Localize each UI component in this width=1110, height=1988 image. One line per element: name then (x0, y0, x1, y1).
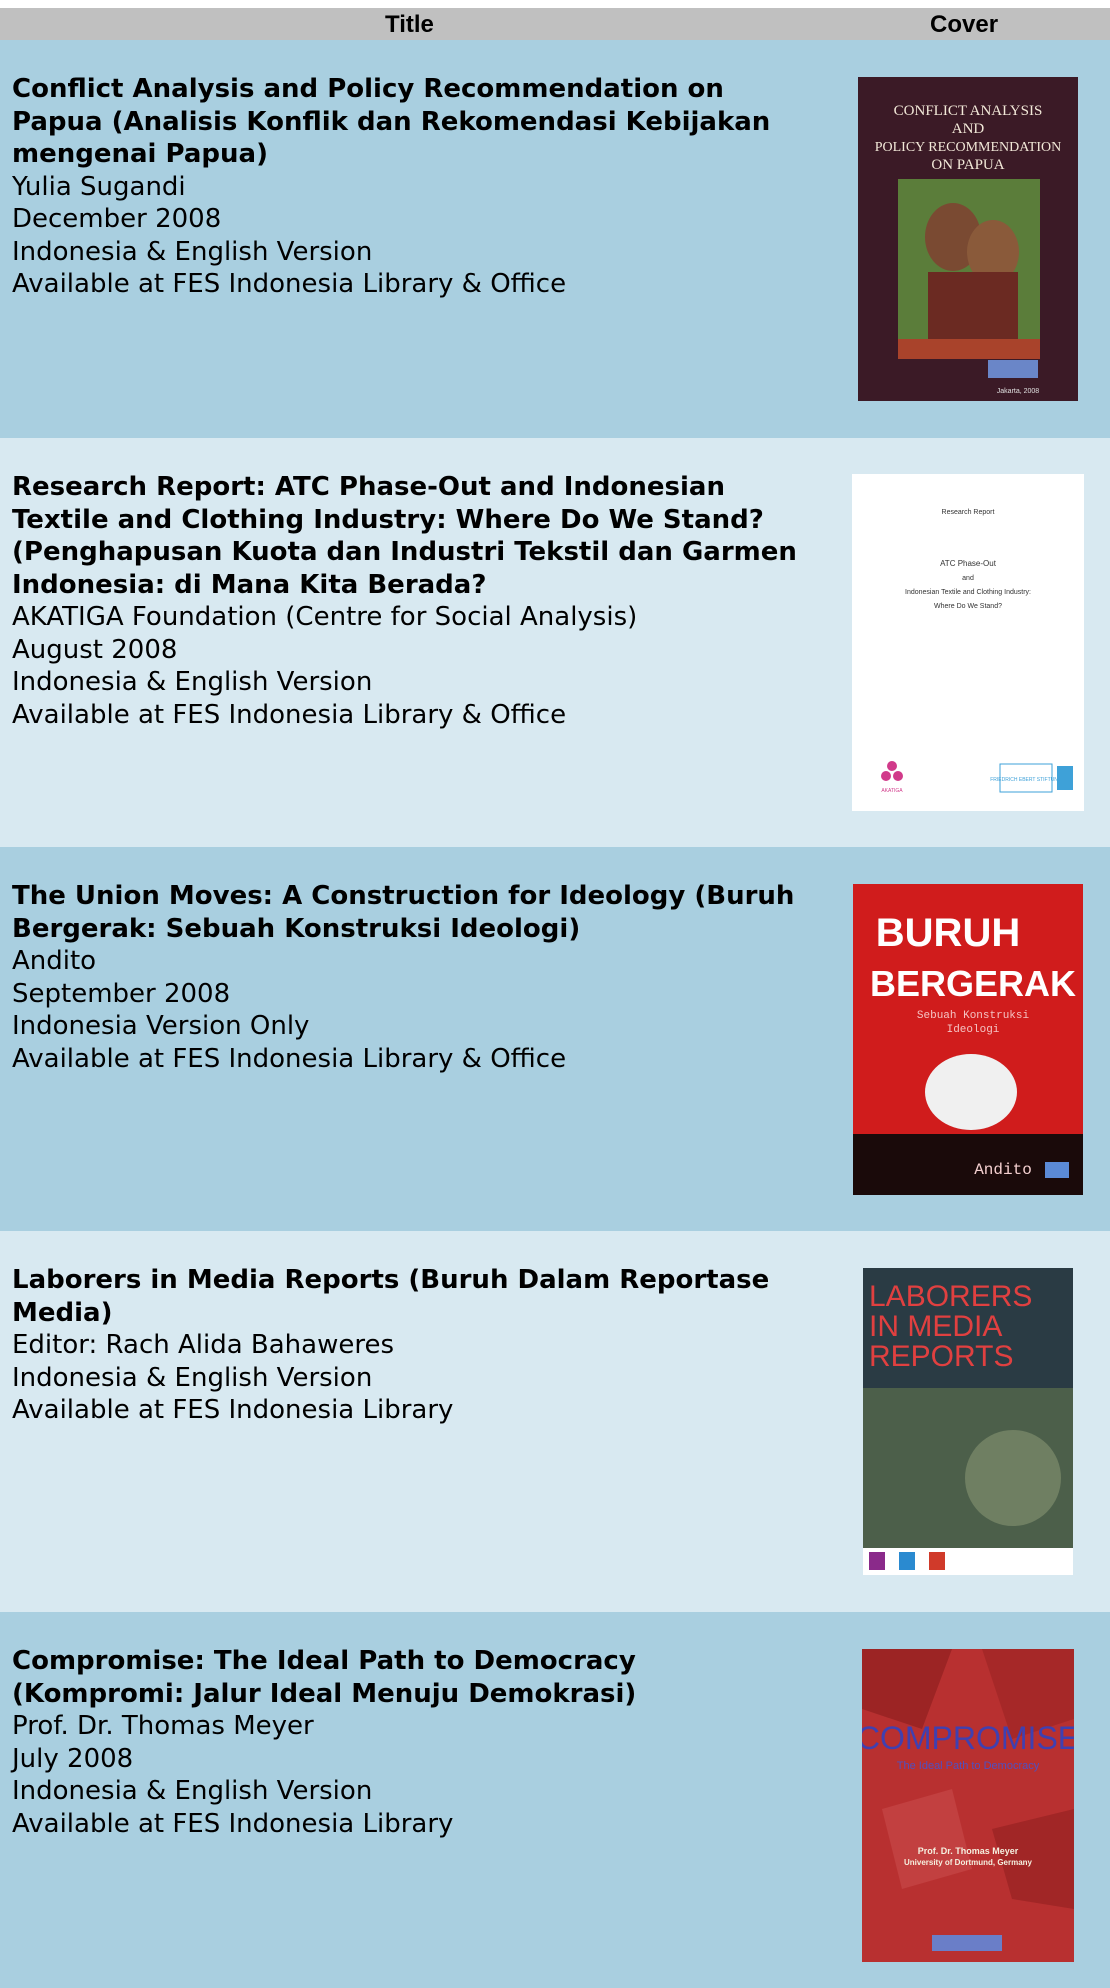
svg-text:Jakarta, 2008: Jakarta, 2008 (997, 388, 1040, 395)
book-title: Laborers in Media Reports (Buruh Dalam R… (12, 1265, 770, 1328)
book-info: Research Report: ATC Phase-Out and Indon… (12, 471, 812, 731)
svg-text:Research Report: Research Report (942, 509, 995, 516)
svg-text:ON PAPUA: ON PAPUA (931, 157, 1004, 173)
book-language: Indonesia Version Only (12, 1011, 310, 1041)
svg-text:Indonesian Textile and Clothin: Indonesian Textile and Clothing Industry… (905, 589, 1031, 596)
book-language: Indonesia & English Version (12, 1776, 373, 1806)
book-date: July 2008 (12, 1743, 134, 1774)
svg-text:BURUH: BURUH (876, 911, 1020, 955)
book-cover-image: LABORERS IN MEDIA REPORTS (863, 1268, 1073, 1575)
svg-text:REPORTS: REPORTS (869, 1340, 1013, 1373)
svg-text:and: and (962, 575, 974, 582)
table-row: The Union Moves: A Construction for Ideo… (0, 847, 1110, 1231)
book-info: The Union Moves: A Construction for Ideo… (12, 880, 812, 1075)
book-info: Compromise: The Ideal Path to Democracy … (12, 1645, 812, 1840)
svg-text:POLICY RECOMMENDATION: POLICY RECOMMENDATION (875, 140, 1062, 155)
book-title: The Union Moves: A Construction for Ideo… (12, 881, 795, 944)
book-date: December 2008 (12, 204, 222, 234)
svg-text:COMPROMISE: COMPROMISE (862, 1720, 1074, 1756)
svg-text:Prof. Dr. Thomas Meyer: Prof. Dr. Thomas Meyer (918, 1846, 1019, 1856)
book-author: Editor: Rach Alida Bahaweres (12, 1330, 395, 1360)
book-availability: Available at FES Indonesia Library & Off… (12, 1043, 567, 1074)
svg-text:University of Dortmund, German: University of Dortmund, Germany (904, 1858, 1033, 1867)
column-header-title: Title (385, 11, 434, 38)
book-cover-image: BURUH BERGERAK Sebuah Konstruksi Ideolog… (853, 884, 1083, 1195)
book-title: Conflict Analysis and Policy Recommendat… (12, 74, 771, 169)
table-row: Laborers in Media Reports (Buruh Dalam R… (0, 1231, 1110, 1612)
book-availability: Available at FES Indonesia Library & Off… (12, 269, 567, 299)
book-author: AKATIGA Foundation (Centre for Social An… (12, 602, 638, 632)
book-availability: Available at FES Indonesia Library & Off… (12, 699, 567, 730)
book-author: Prof. Dr. Thomas Meyer (12, 1711, 314, 1741)
book-cover-image: CONFLICT ANALYSIS AND POLICY RECOMMENDAT… (858, 77, 1078, 401)
book-language: Indonesia & English Version (12, 1362, 373, 1393)
book-info: Laborers in Media Reports (Buruh Dalam R… (12, 1264, 812, 1427)
table-row: Compromise: The Ideal Path to Democracy … (0, 1612, 1110, 1988)
svg-text:Where Do We Stand?: Where Do We Stand? (934, 603, 1002, 610)
book-author: Andito (12, 946, 97, 976)
book-cover-image: Research Report ATC Phase-Out and Indone… (852, 474, 1084, 811)
book-language: Indonesia & English Version (12, 667, 373, 697)
svg-text:AKATIGA: AKATIGA (881, 788, 903, 794)
table-header: Title Cover (0, 8, 1110, 40)
book-date: August 2008 (12, 634, 178, 665)
svg-text:Sebuah Konstruksi: Sebuah Konstruksi (917, 1010, 1030, 1022)
book-date: September 2008 (12, 978, 231, 1009)
book-info: Conflict Analysis and Policy Recommendat… (12, 73, 812, 301)
svg-text:ATC Phase-Out: ATC Phase-Out (940, 559, 997, 568)
svg-text:Ideologi: Ideologi (947, 1024, 1000, 1036)
svg-text:BERGERAK: BERGERAK (870, 963, 1076, 1004)
book-author: Yulia Sugandi (12, 171, 186, 202)
svg-text:CONFLICT ANALYSIS: CONFLICT ANALYSIS (894, 103, 1043, 119)
table-row: Conflict Analysis and Policy Recommendat… (0, 40, 1110, 438)
svg-text:FRIEDRICH EBERT STIFTUNG: FRIEDRICH EBERT STIFTUNG (990, 777, 1062, 783)
svg-text:IN MEDIA: IN MEDIA (869, 1310, 1002, 1343)
book-title: Research Report: ATC Phase-Out and Indon… (12, 472, 797, 600)
book-cover-image: COMPROMISE The Ideal Path to Democracy P… (862, 1649, 1074, 1962)
book-language: Indonesia & English Version (12, 236, 373, 267)
svg-text:Andito: Andito (974, 1161, 1032, 1179)
table-row: Research Report: ATC Phase-Out and Indon… (0, 438, 1110, 847)
book-availability: Available at FES Indonesia Library (12, 1395, 454, 1425)
book-title: Compromise: The Ideal Path to Democracy … (12, 1646, 637, 1709)
svg-text:The Ideal Path to Democracy: The Ideal Path to Democracy (897, 1760, 1040, 1772)
book-availability: Available at FES Indonesia Library (12, 1808, 454, 1839)
svg-text:AND: AND (952, 121, 985, 137)
column-header-cover: Cover (930, 11, 999, 38)
svg-text:LABORERS: LABORERS (869, 1280, 1032, 1313)
